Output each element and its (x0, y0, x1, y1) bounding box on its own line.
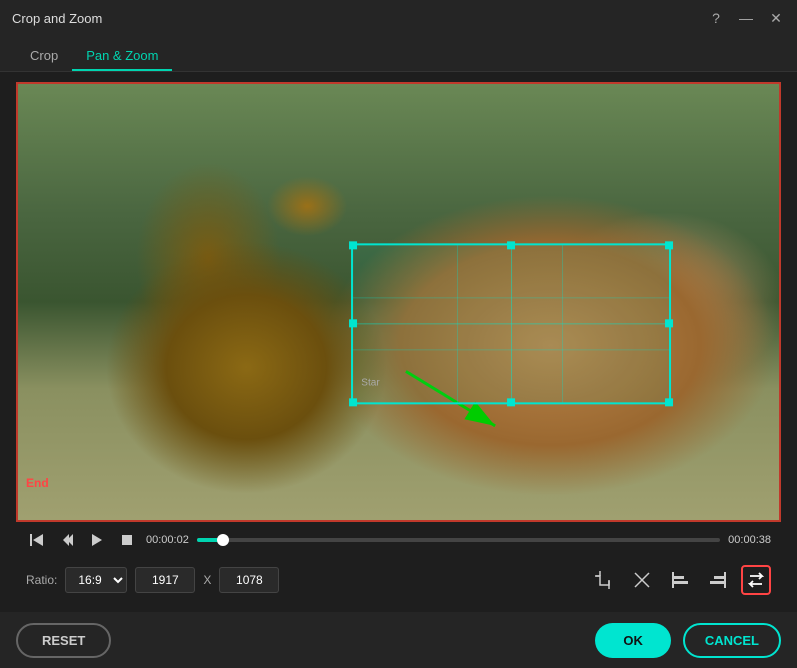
handle-top-right[interactable] (665, 241, 673, 249)
align-right-icon-button[interactable] (703, 565, 733, 595)
width-input[interactable] (135, 567, 195, 593)
ratio-label: Ratio: (26, 573, 57, 587)
total-time: 00:00:38 (728, 534, 771, 546)
tab-crop[interactable]: Crop (16, 42, 72, 71)
stop-button[interactable] (116, 529, 138, 551)
skip-back-button[interactable] (26, 529, 48, 551)
handle-bottom-right[interactable] (665, 398, 673, 406)
ok-button[interactable]: OK (595, 623, 671, 658)
window-title: Crop and Zoom (12, 11, 707, 26)
x-separator: X (203, 573, 211, 587)
minimize-button[interactable]: — (737, 9, 755, 27)
play-button[interactable] (86, 529, 108, 551)
handle-bottom-left[interactable] (349, 398, 357, 406)
align-left-icon-button[interactable] (665, 565, 695, 595)
handle-top-mid[interactable] (507, 241, 515, 249)
confirm-buttons: OK CANCEL (595, 623, 781, 658)
step-back-button[interactable] (56, 529, 78, 551)
main-content: Star End (0, 72, 797, 612)
action-bar: RESET OK CANCEL (0, 612, 797, 668)
titlebar: Crop and Zoom ? — ✕ (0, 0, 797, 36)
reset-button[interactable]: RESET (16, 623, 111, 658)
current-time: 00:00:02 (146, 534, 189, 546)
tab-pan-zoom[interactable]: Pan & Zoom (72, 42, 172, 71)
swap-icon-button[interactable] (741, 565, 771, 595)
handle-mid-left[interactable] (349, 320, 357, 328)
close-button[interactable]: ✕ (767, 9, 785, 27)
crop-icon-button[interactable] (589, 565, 619, 595)
crosshair-vertical (511, 245, 512, 402)
options-bar: Ratio: 16:9 4:3 1:1 X (16, 558, 781, 602)
cancel-button[interactable]: CANCEL (683, 623, 781, 658)
selection-region[interactable]: Star (351, 243, 671, 404)
video-preview: Star End (16, 82, 781, 522)
selection-label: Star (361, 377, 379, 388)
handle-mid-right[interactable] (665, 320, 673, 328)
transform-icon-button[interactable] (627, 565, 657, 595)
tabs-bar: Crop Pan & Zoom (0, 36, 797, 72)
help-button[interactable]: ? (707, 9, 725, 27)
playback-controls: 00:00:02 00:00:38 (16, 522, 781, 558)
ratio-select[interactable]: 16:9 4:3 1:1 (65, 567, 127, 593)
handle-top-left[interactable] (349, 241, 357, 249)
height-input[interactable] (219, 567, 279, 593)
progress-bar[interactable] (197, 538, 720, 542)
progress-thumb[interactable] (217, 534, 229, 546)
window-controls: ? — ✕ (707, 9, 785, 27)
end-label: End (26, 476, 49, 490)
handle-bottom-mid[interactable] (507, 398, 515, 406)
